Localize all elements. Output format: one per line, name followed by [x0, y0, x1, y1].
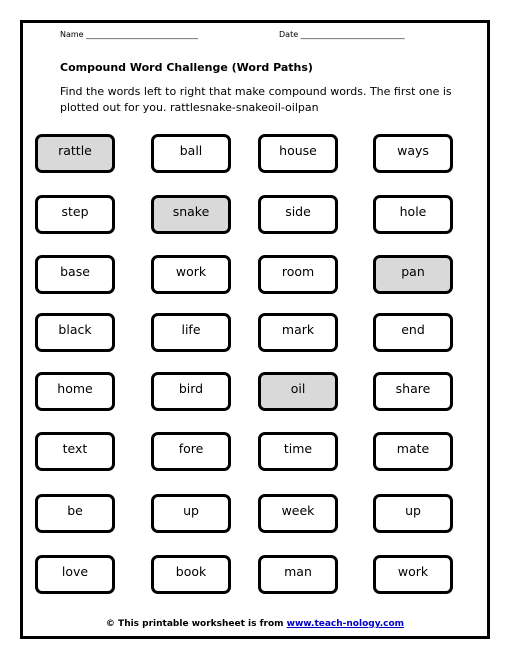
- word-box: work: [373, 555, 453, 594]
- word-box: home: [35, 372, 115, 411]
- word-box: mark: [258, 313, 338, 352]
- word-label: pan: [401, 264, 425, 279]
- word-box: up: [151, 494, 231, 533]
- word-box: be: [35, 494, 115, 533]
- word-label: oil: [290, 381, 306, 396]
- word-label: bird: [178, 381, 204, 396]
- word-box: hole: [373, 195, 453, 234]
- word-label: house: [279, 143, 317, 158]
- word-label: week: [281, 503, 315, 518]
- word-box: bird: [151, 372, 231, 411]
- word-box: base: [35, 255, 115, 294]
- word-box: ways: [373, 134, 453, 173]
- word-box: house: [258, 134, 338, 173]
- word-label: step: [61, 204, 89, 219]
- word-box: time: [258, 432, 338, 471]
- word-label: fore: [178, 441, 204, 456]
- word-box: oil: [258, 372, 338, 411]
- word-label: man: [284, 564, 312, 579]
- word-label: time: [283, 441, 313, 456]
- word-label: mark: [281, 322, 315, 337]
- word-box: step: [35, 195, 115, 234]
- word-label: ball: [179, 143, 203, 158]
- word-label: hole: [399, 204, 427, 219]
- word-box: work: [151, 255, 231, 294]
- word-label: mate: [396, 441, 430, 456]
- word-box: book: [151, 555, 231, 594]
- word-label: work: [175, 264, 207, 279]
- word-label: up: [405, 503, 421, 518]
- word-box: text: [35, 432, 115, 471]
- word-label: base: [60, 264, 90, 279]
- word-box: end: [373, 313, 453, 352]
- word-box: man: [258, 555, 338, 594]
- footer-link[interactable]: www.teach-nology.com: [287, 619, 404, 629]
- worksheet-title: Compound Word Challenge (Word Paths): [60, 61, 313, 74]
- date-field-label: Date __________________________: [279, 30, 405, 39]
- word-box: mate: [373, 432, 453, 471]
- instructions: Find the words left to right that make c…: [60, 85, 452, 114]
- word-label: love: [61, 564, 89, 579]
- word-label: ways: [397, 143, 429, 158]
- word-label: room: [281, 264, 315, 279]
- word-label: text: [62, 441, 88, 456]
- word-label: work: [397, 564, 429, 579]
- word-label: be: [67, 503, 83, 518]
- word-box: side: [258, 195, 338, 234]
- word-label: side: [285, 204, 311, 219]
- word-box: black: [35, 313, 115, 352]
- word-label: up: [183, 503, 199, 518]
- word-label: rattle: [58, 143, 92, 158]
- word-box: life: [151, 313, 231, 352]
- word-label: black: [58, 322, 92, 337]
- footer: © This printable worksheet is from www.t…: [0, 619, 510, 629]
- word-box: rattle: [35, 134, 115, 173]
- word-box: love: [35, 555, 115, 594]
- word-box: fore: [151, 432, 231, 471]
- word-label: life: [181, 322, 201, 337]
- word-label: share: [395, 381, 431, 396]
- word-box: pan: [373, 255, 453, 294]
- word-box: week: [258, 494, 338, 533]
- word-box: up: [373, 494, 453, 533]
- word-label: end: [401, 322, 425, 337]
- word-box: snake: [151, 195, 231, 234]
- word-box: ball: [151, 134, 231, 173]
- word-label: book: [175, 564, 207, 579]
- footer-text: © This printable worksheet is from: [105, 619, 287, 629]
- word-box: room: [258, 255, 338, 294]
- word-label: home: [57, 381, 93, 396]
- name-field-label: Name ____________________________: [60, 30, 199, 39]
- word-label: snake: [172, 204, 210, 219]
- word-box: share: [373, 372, 453, 411]
